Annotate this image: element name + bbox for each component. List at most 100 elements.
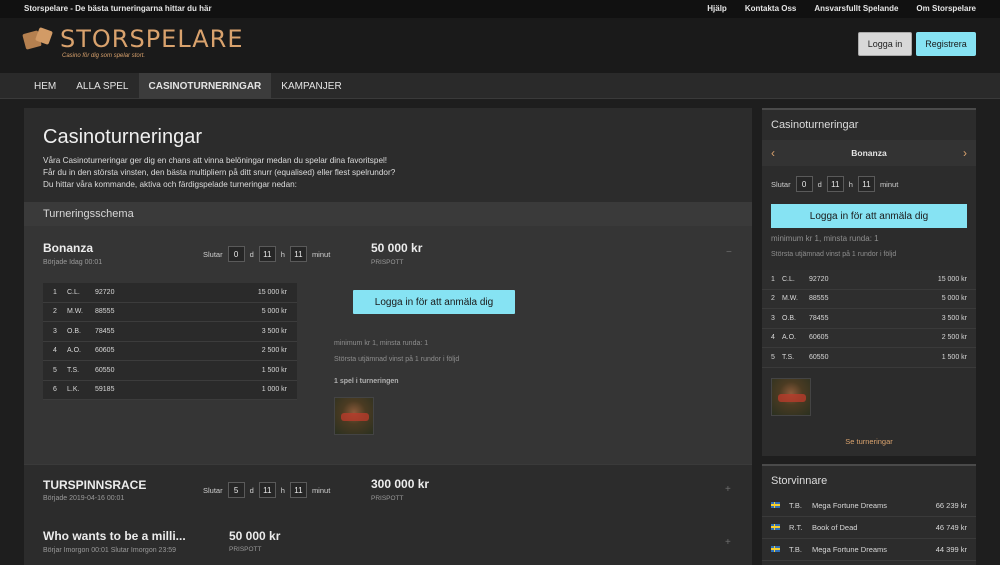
table-row: 5 T.S. 60550 1 500 kr <box>762 348 976 368</box>
intro-line: Våra Casinoturneringar ger dig en chans … <box>43 156 388 165</box>
timer-unit: d <box>249 485 254 495</box>
logo-slogan: Casino för dig som spelar stort. <box>62 53 146 59</box>
timer-minutes: 11 <box>857 176 875 192</box>
timer-unit: minut <box>311 485 331 495</box>
timer-days: 5 <box>227 482 245 498</box>
game-thumbnail[interactable] <box>334 397 374 435</box>
join-tournament-button[interactable]: Logga in för att anmäla dig <box>771 204 967 228</box>
sidebar-title: Storvinnare <box>771 475 828 487</box>
responsible-gaming-link[interactable]: Ansvarsfullt Spelande <box>814 4 898 13</box>
tournament-name[interactable]: TURSPINNSRACE <box>43 478 146 492</box>
site-header: STORSPELARE Casino för dig som spelar st… <box>0 18 1000 73</box>
intro-line: Får du in den största vinsten, den bästa… <box>43 168 396 177</box>
login-button[interactable]: Logga in <box>858 32 912 56</box>
timer-hours: 11 <box>826 176 844 192</box>
list-item[interactable]: R.T. Book of Dead 46 749 kr <box>762 517 976 539</box>
countdown-timer: Slutar 5 d 11 h 11 minut <box>203 482 330 498</box>
page-title: Casinoturneringar <box>43 126 202 148</box>
prize-amount: 50 000 kr <box>229 529 281 543</box>
divider <box>24 464 752 465</box>
table-row: 1 C.L. 92720 15 000 kr <box>43 283 297 303</box>
timer-unit: minut <box>879 179 899 189</box>
countdown-timer: Slutar 0 d 11 h 11 minut <box>203 246 330 262</box>
about-link[interactable]: Om Storspelare <box>916 4 976 13</box>
countdown-timer: Slutar 0 d 11 h 11 minut <box>771 176 898 192</box>
game-thumbnail[interactable] <box>771 378 811 416</box>
nav-campaigns[interactable]: KAMPANJER <box>271 73 351 99</box>
main-nav: HEM ALLA SPEL CASINOTURNERINGAR KAMPANJE… <box>0 73 1000 99</box>
min-bet-note: minimum kr 1, minsta runda: 1 <box>771 234 879 243</box>
intro-line: Du hittar våra kommande, aktiva och färd… <box>43 180 297 189</box>
dice-logo-icon <box>22 27 56 51</box>
expand-icon[interactable]: + <box>725 537 731 548</box>
sweden-flag-icon <box>771 502 780 508</box>
timer-days: 0 <box>227 246 245 262</box>
prize-label: PRISPOTT <box>229 546 262 553</box>
table-row: 1 C.L. 92720 15 000 kr <box>762 270 976 290</box>
timer-unit: h <box>848 179 853 189</box>
leaderboard-table: 1 C.L. 92720 15 000 kr 2 M.W. 88555 5 000 kr 3… <box>43 283 297 400</box>
tournament-switcher: ‹ Bonanza › <box>762 140 976 166</box>
sidebar-tournaments: Casinoturneringar ‹ Bonanza › Slutar 0 d… <box>762 108 976 456</box>
timer-hours: 11 <box>258 482 276 498</box>
table-row: 3 O.B. 78455 3 500 kr <box>43 322 297 342</box>
nav-casino-tournaments[interactable]: CASINOTURNERINGAR <box>138 73 272 99</box>
rule-note: Största utjämnad vinst på 1 rundor i föl… <box>771 251 897 258</box>
timer-days: 0 <box>795 176 813 192</box>
timer-unit: h <box>280 249 285 259</box>
games-count: 1 spel i turneringen <box>334 378 399 385</box>
timer-label: Slutar <box>203 485 223 495</box>
chevron-right-icon[interactable]: › <box>963 146 967 160</box>
table-row: 4 A.O. 60605 2 500 kr <box>43 342 297 361</box>
prize-label: PRISPOTT <box>371 259 404 266</box>
rule-note: Största utjämnad vinst på 1 rundor i föl… <box>334 356 460 363</box>
timer-unit: d <box>817 179 822 189</box>
timer-label: Slutar <box>771 179 791 189</box>
current-tournament: Bonanza <box>851 148 887 158</box>
timer-label: Slutar <box>203 249 223 259</box>
timer-minutes: 11 <box>289 246 307 262</box>
sidebar-big-winners: Storvinnare T.B. Mega Fortune Dreams 66 … <box>762 464 976 565</box>
timer-unit: minut <box>311 249 331 259</box>
table-row: 3 O.B. 78455 3 500 kr <box>762 309 976 329</box>
join-tournament-button[interactable]: Logga in för att anmäla dig <box>353 290 515 314</box>
prize-amount: 50 000 kr <box>371 241 423 255</box>
tournament-name[interactable]: Who wants to be a milli... <box>43 529 186 543</box>
prize-amount: 300 000 kr <box>371 477 430 491</box>
tournament-start: Började Idag 00:01 <box>43 259 103 266</box>
tournament-start: Börjar Imorgon 00:01 Slutar Imorgon 23:5… <box>43 547 177 554</box>
schedule-heading: Turneringsschema <box>24 202 752 226</box>
register-button[interactable]: Registrera <box>916 32 976 56</box>
timer-hours: 11 <box>258 246 276 262</box>
site-tagline: Storspelare - De bästa turneringarna hit… <box>24 4 212 13</box>
expand-icon[interactable]: + <box>725 484 731 495</box>
top-bar: Storspelare - De bästa turneringarna hit… <box>0 0 1000 18</box>
sweden-flag-icon <box>771 546 780 552</box>
logo-text: STORSPELARE <box>60 25 244 53</box>
table-row: 5 T.S. 60550 1 500 kr <box>43 361 297 381</box>
table-row: 6 L.K. 59185 1 000 kr <box>43 381 297 400</box>
sweden-flag-icon <box>771 524 780 530</box>
sidebar-title: Casinoturneringar <box>771 119 859 131</box>
nav-home[interactable]: HEM <box>24 73 66 99</box>
timer-minutes: 11 <box>289 482 307 498</box>
min-bet-note: minimum kr 1, minsta runda: 1 <box>334 340 429 347</box>
see-tournaments-link[interactable]: Se turneringar <box>762 437 976 446</box>
tournament-name[interactable]: Bonanza <box>43 241 93 255</box>
table-row: 4 A.O. 60605 2 500 kr <box>762 328 976 348</box>
table-row: 2 M.W. 88555 5 000 kr <box>762 289 976 309</box>
site-logo[interactable]: STORSPELARE Casino för dig som spelar st… <box>22 25 244 59</box>
timer-unit: d <box>249 249 254 259</box>
timer-unit: h <box>280 485 285 495</box>
list-item[interactable]: T.B. Mega Fortune Dreams 44 399 kr <box>762 539 976 561</box>
contact-link[interactable]: Kontakta Oss <box>745 4 797 13</box>
prize-label: PRISPOTT <box>371 495 404 502</box>
help-link[interactable]: Hjälp <box>707 4 727 13</box>
leaderboard-table: 1 C.L. 92720 15 000 kr 2 M.W. 88555 5 000 kr 3… <box>762 270 976 368</box>
intro-text: Våra Casinoturneringar ger dig en chans … <box>43 155 395 191</box>
nav-all-games[interactable]: ALLA SPEL <box>66 73 138 99</box>
top-links: Hjälp Kontakta Oss Ansvarsfullt Spelande… <box>707 4 976 13</box>
collapse-icon[interactable]: − <box>726 247 732 258</box>
list-item[interactable]: T.B. Mega Fortune Dreams 66 239 kr <box>762 495 976 517</box>
table-row: 2 M.W. 88555 5 000 kr <box>43 303 297 322</box>
